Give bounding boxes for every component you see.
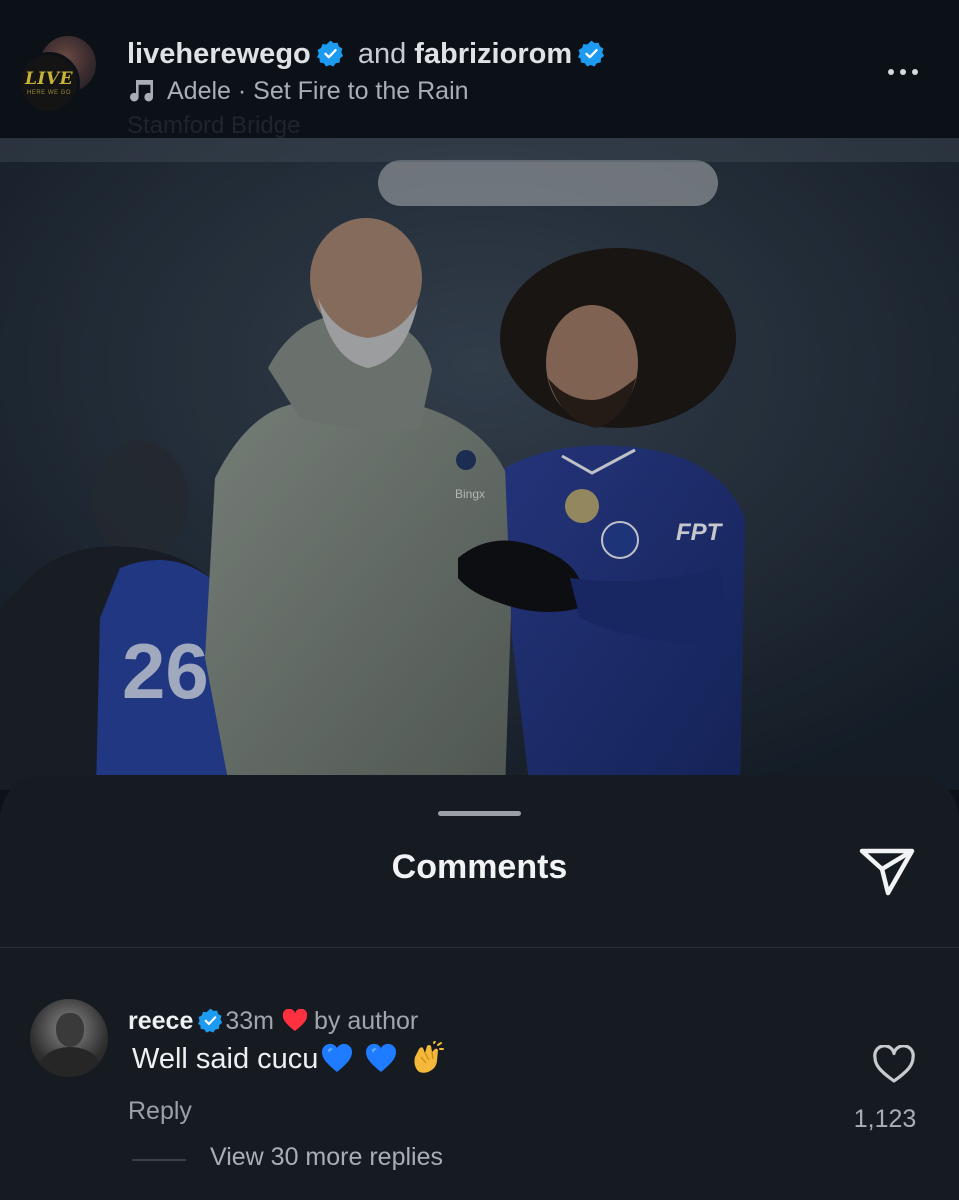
faded-location: Stamford Bridge [127, 112, 301, 139]
comment-text: Well said cucu [132, 1039, 445, 1079]
blue-heart-emoji [366, 1043, 397, 1072]
avatar-liveherewego[interactable]: LIVE HERE WE GO [18, 52, 80, 114]
heart-icon[interactable] [872, 1045, 916, 1085]
verified-badge-icon [316, 40, 343, 67]
sheet-grabber[interactable] [438, 811, 521, 816]
sheet-divider [0, 947, 959, 948]
music-note-icon [130, 80, 153, 102]
comments-sheet: Comments reece 33m by author Well said cuc… [0, 775, 959, 1200]
post-authors: liveherewego and fabriziorom [127, 36, 605, 72]
verified-badge-icon [198, 1008, 223, 1033]
reply-button[interactable]: Reply [128, 1097, 192, 1126]
avatar-logo-text: LIVE [24, 68, 74, 89]
music-track: Adele · Set Fire to the Rain [167, 77, 469, 105]
author-username-1[interactable]: liveherewego [127, 38, 311, 70]
collab-avatars[interactable]: LIVE HERE WE GO [18, 34, 98, 114]
avatar[interactable] [30, 999, 108, 1077]
sheet-title: Comments [391, 848, 568, 886]
view-more-replies-button[interactable]: View 30 more replies [210, 1143, 443, 1172]
author-connector: and [357, 38, 407, 70]
avatar-logo-subtext: HERE WE GO [26, 89, 71, 96]
more-options-icon[interactable] [883, 60, 923, 84]
photo-illustration: 26 Bingx FPT [0, 138, 959, 790]
comment-username[interactable]: reece [128, 1007, 193, 1035]
author-username-2[interactable]: fabriziorom [414, 38, 572, 70]
liked-by-author-label: by author [314, 1007, 419, 1035]
like-count: 1,123 [853, 1105, 917, 1133]
verified-badge-icon [578, 40, 605, 67]
replies-line [132, 1159, 186, 1161]
post-header: LIVE HERE WE GO liveherewego and fabrizio… [0, 0, 959, 139]
blue-heart-emoji [322, 1043, 353, 1072]
comment-time: 33m [225, 1007, 274, 1035]
share-send-icon[interactable] [858, 845, 916, 897]
comment-header: reece 33m by author [128, 1005, 418, 1037]
post-photo[interactable]: 26 Bingx FPT [0, 138, 959, 790]
music-info[interactable]: Adele · Set Fire to the Rain [127, 76, 469, 106]
red-heart-icon [282, 1009, 308, 1031]
comment-body: Well said cucu [132, 1043, 319, 1075]
clap-emoji [414, 1041, 445, 1073]
